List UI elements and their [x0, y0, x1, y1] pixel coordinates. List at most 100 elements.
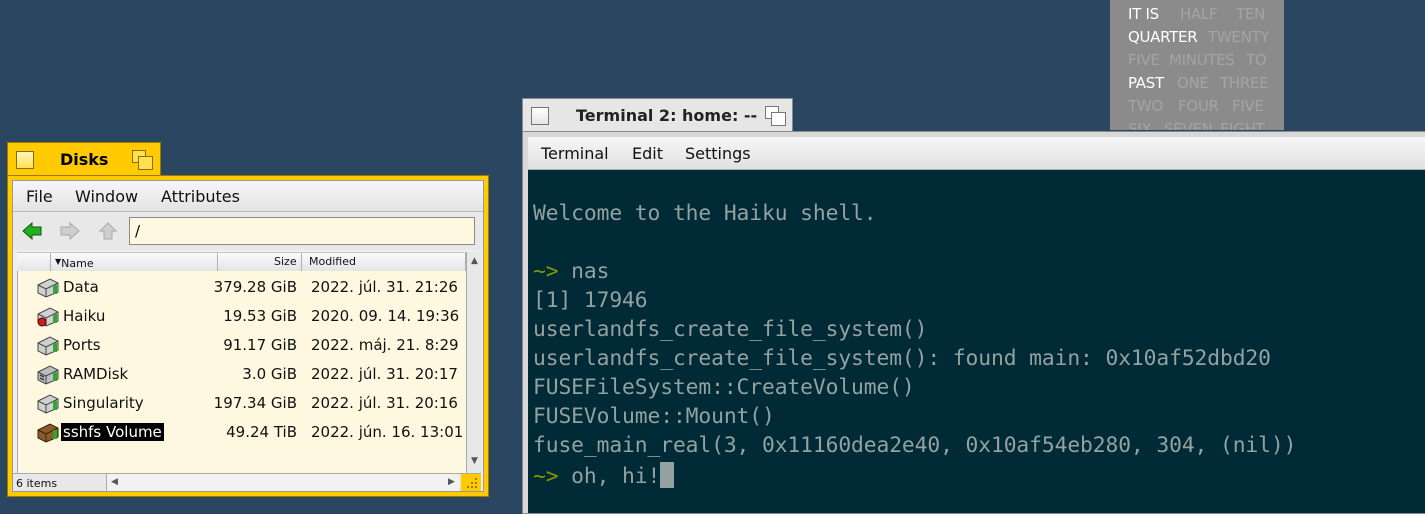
- menu-terminal[interactable]: Terminal: [541, 144, 609, 163]
- close-button[interactable]: [531, 107, 549, 125]
- zoom-button[interactable]: [132, 150, 154, 170]
- terminal-line: [1] 17946: [533, 288, 648, 317]
- navigation-bar: /: [13, 212, 483, 250]
- terminal-menubar: Terminal Edit Settings: [528, 137, 1425, 170]
- terminal-line: ~> nas: [533, 259, 609, 288]
- resize-handle[interactable]: [461, 474, 481, 491]
- clock-row: TWO FOUR FIVE: [1128, 95, 1264, 118]
- scroll-left-icon[interactable]: ◀: [107, 474, 122, 491]
- terminal-window-tab[interactable]: Terminal 2: home: --: [522, 98, 793, 132]
- clock-word: FOUR: [1178, 97, 1219, 115]
- file-size: 49.24 TiB: [226, 423, 297, 441]
- disk-icon: [37, 394, 59, 414]
- file-name: Singularity: [63, 394, 144, 412]
- forward-button[interactable]: [60, 221, 80, 241]
- line-text: nas: [558, 259, 610, 284]
- disks-menubar: File Window Attributes: [13, 181, 483, 212]
- column-size[interactable]: Size: [274, 255, 297, 268]
- clock-word: SIX: [1128, 120, 1152, 130]
- menu-window[interactable]: Window: [75, 187, 138, 206]
- boot-disk-icon: [37, 307, 59, 327]
- column-separator: [50, 253, 51, 271]
- clock-row: SIX SEVEN EIGHT: [1128, 118, 1265, 130]
- file-modified: 2020. 09. 14. 19:36: [311, 307, 460, 325]
- file-modified: 2022. máj. 21. 8:29: [311, 336, 459, 354]
- clock-word: IT IS: [1128, 5, 1159, 23]
- back-button[interactable]: [22, 221, 42, 241]
- line-text: Welcome to the Haiku shell.: [533, 201, 877, 226]
- zoom-button[interactable]: [765, 106, 787, 126]
- file-row[interactable]: Data 379.28 GiB 2022. júl. 31. 21:26: [18, 273, 467, 302]
- line-text: fuse_main_real(3, 0x11160dea2e40, 0x10af…: [533, 433, 1297, 458]
- forward-arrow-icon: [60, 221, 80, 241]
- file-size: 91.17 GiB: [223, 336, 297, 354]
- terminal-line: userlandfs_create_file_system(): [533, 317, 927, 346]
- menu-settings[interactable]: Settings: [685, 144, 751, 163]
- line-text: userlandfs_create_file_system(): [533, 317, 928, 342]
- file-name: Haiku: [63, 307, 106, 325]
- zoom-icon: [771, 112, 786, 126]
- file-size: 3.0 GiB: [242, 365, 297, 383]
- terminal-output[interactable]: Welcome to the Haiku shell. ~> nas [1] 1…: [528, 170, 1425, 513]
- terminal-line: FUSEVolume::Mount(): [533, 404, 775, 433]
- file-size: 379.28 GiB: [213, 278, 297, 296]
- path-input[interactable]: /: [129, 217, 475, 245]
- scroll-down-icon[interactable]: ▼: [467, 454, 482, 469]
- disks-window: File Window Attributes / ▼ Name Size Modi…: [7, 175, 489, 497]
- file-row[interactable]: sshfs Volume 49.24 TiB 2022. jún. 16. 13…: [18, 418, 467, 447]
- file-row[interactable]: Haiku 19.53 GiB 2020. 09. 14. 19:36: [18, 302, 467, 331]
- clock-row: QUARTER TWENTY: [1128, 26, 1270, 49]
- menu-edit[interactable]: Edit: [632, 144, 663, 163]
- clock-word: ONE: [1177, 74, 1209, 92]
- window-title: Disks: [60, 150, 109, 169]
- ramdisk-icon: [37, 365, 59, 385]
- file-modified: 2022. júl. 31. 20:16: [311, 394, 458, 412]
- file-size: 197.34 GiB: [213, 394, 297, 412]
- clock-row: FIVE MINUTES TO: [1128, 49, 1267, 72]
- clock-row: PAST ONE THREE: [1128, 72, 1269, 95]
- word-clock: IT IS HALF TEN QUARTER TWENTY FIVE MINUT…: [1110, 0, 1284, 130]
- window-title: Terminal 2: home: --: [576, 106, 758, 125]
- clock-word: QUARTER: [1128, 28, 1198, 46]
- file-name: Ports: [63, 336, 101, 354]
- menu-attributes[interactable]: Attributes: [161, 187, 240, 206]
- terminal-line: userlandfs_create_file_system(): found m…: [533, 346, 1271, 375]
- clock-word: SEVEN: [1164, 120, 1213, 130]
- horizontal-scrollbar[interactable]: ◀ ▶: [106, 474, 459, 491]
- vertical-scrollbar[interactable]: ▲ ▼: [466, 252, 482, 473]
- up-button[interactable]: [98, 222, 118, 240]
- terminal-line: ~> oh, hi!: [533, 462, 675, 491]
- file-name: Data: [63, 278, 99, 296]
- column-name-label: Name: [61, 257, 94, 270]
- file-modified: 2022. jún. 16. 13:01: [311, 423, 464, 441]
- clock-word: THREE: [1220, 74, 1269, 92]
- file-row[interactable]: RAMDisk 3.0 GiB 2022. júl. 31. 20:17: [18, 360, 467, 389]
- disks-window-tab[interactable]: Disks: [7, 142, 161, 176]
- file-row[interactable]: Singularity 197.34 GiB 2022. júl. 31. 20…: [18, 389, 467, 418]
- menu-file[interactable]: File: [26, 187, 53, 206]
- close-button[interactable]: [16, 151, 34, 169]
- text-cursor: [660, 462, 675, 488]
- column-name[interactable]: ▼ Name: [55, 255, 94, 270]
- terminal-line: fuse_main_real(3, 0x11160dea2e40, 0x10af…: [533, 433, 1296, 462]
- clock-word: MINUTES: [1169, 51, 1235, 69]
- terminal-line: Welcome to the Haiku shell.: [533, 201, 877, 230]
- file-modified: 2022. júl. 31. 21:26: [311, 278, 458, 296]
- column-separator: [217, 253, 218, 271]
- clock-word: EIGHT: [1220, 120, 1265, 130]
- disks-content: File Window Attributes / ▼ Name Size Modi…: [12, 180, 484, 492]
- item-count: 6 items: [16, 477, 58, 490]
- column-modified[interactable]: Modified: [309, 255, 356, 268]
- scroll-up-icon[interactable]: ▲: [467, 254, 482, 269]
- network-volume-icon: [37, 423, 59, 443]
- up-arrow-icon: [98, 222, 118, 240]
- scroll-right-icon[interactable]: ▶: [444, 474, 459, 491]
- clock-row: IT IS HALF TEN: [1128, 3, 1265, 26]
- line-text: oh, hi!: [558, 464, 661, 489]
- column-header: ▼ Name Size Modified: [17, 252, 466, 272]
- line-text: FUSEVolume::Mount(): [533, 404, 775, 429]
- clock-word: TWO: [1128, 97, 1163, 115]
- file-row[interactable]: Ports 91.17 GiB 2022. máj. 21. 8:29: [18, 331, 467, 360]
- clock-word: PAST: [1128, 74, 1164, 92]
- disk-icon: [37, 278, 59, 298]
